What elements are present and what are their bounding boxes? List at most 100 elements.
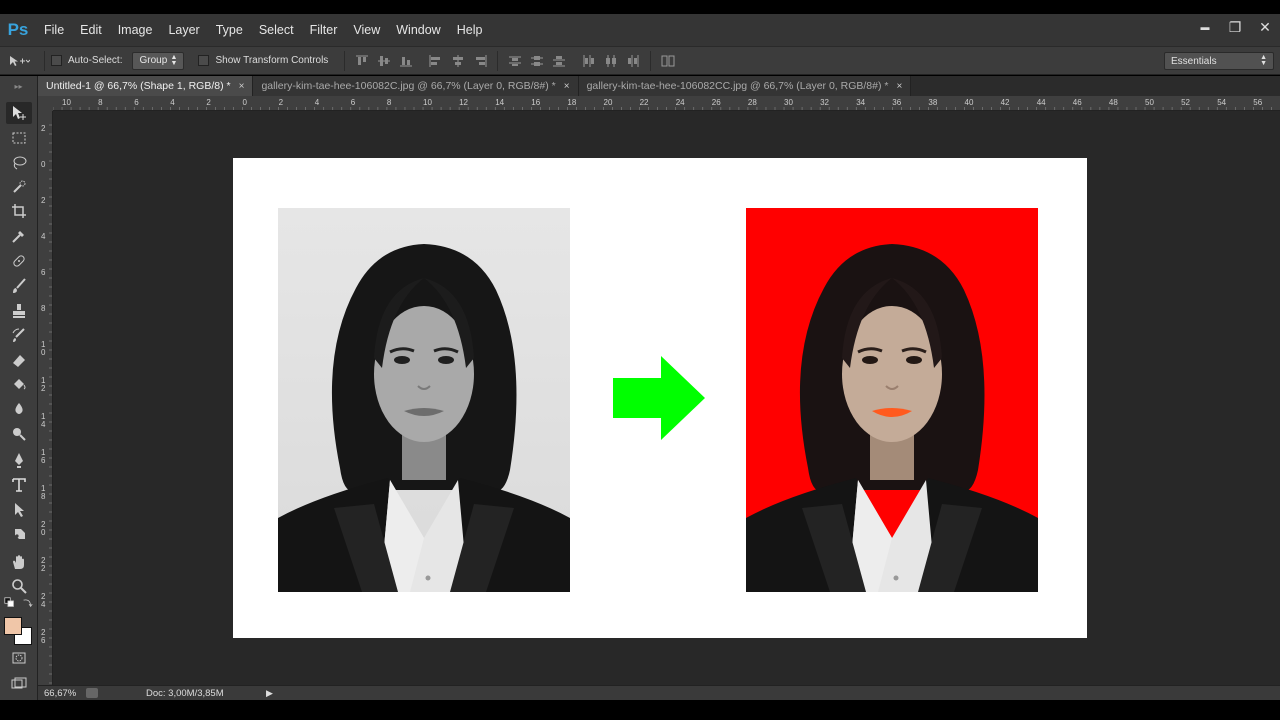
ruler-h-label: 10 bbox=[62, 98, 71, 107]
photo-before-grayscale[interactable] bbox=[278, 208, 570, 592]
arrow-right-icon bbox=[613, 356, 705, 440]
ruler-h-label: 20 bbox=[604, 98, 613, 107]
auto-select-checkbox[interactable] bbox=[51, 55, 62, 66]
close-button[interactable]: ✕ bbox=[1250, 14, 1280, 40]
canvas-area[interactable] bbox=[53, 111, 1280, 685]
align-right-icon[interactable] bbox=[469, 52, 491, 70]
menu-window[interactable]: Window bbox=[388, 14, 448, 46]
quick-mask-icon[interactable] bbox=[6, 647, 32, 669]
eraser-icon[interactable] bbox=[6, 349, 32, 371]
paint-bucket-icon[interactable] bbox=[6, 373, 32, 395]
ruler-h-label: 34 bbox=[856, 98, 865, 107]
menu-help[interactable]: Help bbox=[449, 14, 491, 46]
ruler-h-label: 0 bbox=[243, 98, 248, 107]
menu-file[interactable]: File bbox=[36, 14, 72, 46]
align-vcenter-icon[interactable] bbox=[373, 52, 395, 70]
align-top-icon[interactable] bbox=[351, 52, 373, 70]
lasso-icon[interactable] bbox=[6, 152, 32, 174]
menu-type[interactable]: Type bbox=[208, 14, 251, 46]
blur-icon[interactable] bbox=[6, 398, 32, 420]
default-colors-icon[interactable] bbox=[2, 595, 16, 609]
foreground-color-swatch[interactable] bbox=[4, 617, 22, 635]
stepper-arrows-icon: ▲ ▼ bbox=[170, 53, 178, 67]
type-icon[interactable] bbox=[6, 474, 32, 496]
photoshop-logo: Ps bbox=[7, 20, 29, 39]
distribute-hcenter-icon[interactable] bbox=[600, 52, 622, 70]
document-canvas[interactable] bbox=[233, 158, 1087, 638]
hand-icon[interactable] bbox=[6, 551, 32, 573]
horizontal-ruler[interactable]: 10 8 6 4 2 0 2 4 6 8 10 12 14 16 18 20 22 24 26 28 30 32 34 36 3… bbox=[38, 96, 1280, 111]
close-icon[interactable]: × bbox=[564, 81, 570, 92]
align-left-icon[interactable] bbox=[425, 52, 447, 70]
photo-after-red-background[interactable] bbox=[746, 208, 1038, 592]
swap-colors-icon[interactable] bbox=[20, 595, 34, 609]
distribute-top-icon[interactable] bbox=[504, 52, 526, 70]
crop-icon[interactable] bbox=[6, 200, 32, 222]
align-hcenter-icon[interactable] bbox=[447, 52, 469, 70]
menu-layer[interactable]: Layer bbox=[160, 14, 207, 46]
zoom-level[interactable]: 66,67% bbox=[38, 688, 82, 699]
menu-edit[interactable]: Edit bbox=[72, 14, 110, 46]
path-select-icon[interactable] bbox=[6, 499, 32, 521]
tools-panel: ▸▸ bbox=[0, 76, 38, 700]
screen-mode-icon[interactable] bbox=[6, 673, 32, 695]
status-menu-arrow-icon[interactable]: ▶ bbox=[266, 688, 273, 699]
pen-icon[interactable] bbox=[6, 449, 32, 471]
ruler-v-label: 8 bbox=[41, 304, 46, 313]
ruler-v-label: 2 bbox=[41, 564, 46, 573]
history-brush-icon[interactable] bbox=[6, 324, 32, 346]
menu-filter[interactable]: Filter bbox=[302, 14, 346, 46]
workspace-dropdown[interactable]: Essentials ▲ ▼ bbox=[1164, 52, 1274, 70]
zoom-icon[interactable] bbox=[6, 575, 32, 597]
restore-button[interactable]: ❐ bbox=[1220, 14, 1250, 40]
panel-collapse-icon[interactable]: ▸▸ bbox=[0, 76, 37, 96]
divider bbox=[650, 50, 652, 71]
minimize-button[interactable]: ▬ bbox=[1190, 14, 1220, 40]
ruler-h-label: 56 bbox=[1253, 98, 1262, 107]
distribute-left-icon[interactable] bbox=[578, 52, 600, 70]
ruler-origin[interactable] bbox=[38, 96, 53, 111]
ruler-v-label: 6 bbox=[41, 268, 46, 277]
ruler-v-label: 0 bbox=[41, 348, 46, 357]
tab-gallery-106082c[interactable]: gallery-kim-tae-hee-106082C.jpg @ 66,7% … bbox=[253, 76, 579, 96]
shape-icon[interactable] bbox=[6, 523, 32, 545]
eyedropper-icon[interactable] bbox=[6, 225, 32, 247]
ruler-h-label: 18 bbox=[567, 98, 576, 107]
ruler-h-label: 52 bbox=[1181, 98, 1190, 107]
auto-align-layers-icon[interactable] bbox=[657, 52, 679, 70]
move-tool-preset-icon[interactable] bbox=[0, 54, 38, 68]
status-bar: 66,67% Doc: 3,00M/3,85M ▶ bbox=[38, 685, 1280, 700]
window-controls: ▬ ❐ ✕ bbox=[1190, 14, 1280, 42]
align-bottom-icon[interactable] bbox=[395, 52, 417, 70]
distribute-right-icon[interactable] bbox=[622, 52, 644, 70]
options-bar: Auto-Select: Group ▲ ▼ Show Transform Con… bbox=[0, 46, 1280, 75]
tab-untitled-1[interactable]: Untitled-1 @ 66,7% (Shape 1, RGB/8) * × bbox=[38, 76, 254, 96]
ruler-h-label: 26 bbox=[712, 98, 721, 107]
proof-icon[interactable] bbox=[86, 688, 98, 698]
clone-stamp-icon[interactable] bbox=[6, 300, 32, 322]
ruler-h-label: 44 bbox=[1037, 98, 1046, 107]
menu-select[interactable]: Select bbox=[251, 14, 302, 46]
show-transform-checkbox[interactable] bbox=[198, 55, 210, 66]
menu-view[interactable]: View bbox=[345, 14, 388, 46]
distribute-vcenter-icon[interactable] bbox=[526, 52, 548, 70]
menu-image[interactable]: Image bbox=[110, 14, 161, 46]
vertical-ruler[interactable]: 202468101214161820222426 bbox=[38, 111, 53, 685]
move-icon[interactable] bbox=[6, 102, 32, 124]
ruler-v-label: 0 bbox=[41, 160, 46, 169]
close-icon[interactable]: × bbox=[896, 81, 902, 92]
marquee-icon[interactable] bbox=[6, 127, 32, 149]
tab-gallery-106082cc[interactable]: gallery-kim-tae-hee-106082CC.jpg @ 66,7%… bbox=[578, 76, 912, 96]
close-icon[interactable]: × bbox=[239, 81, 245, 92]
ruler-h-label: 2 bbox=[206, 98, 211, 107]
quick-select-icon[interactable] bbox=[6, 176, 32, 198]
ruler-h-label: 8 bbox=[98, 98, 103, 107]
ruler-h-label: 10 bbox=[423, 98, 432, 107]
auto-select-dropdown[interactable]: Group ▲ ▼ bbox=[132, 51, 185, 70]
ruler-h-label: 48 bbox=[1109, 98, 1118, 107]
healing-brush-icon[interactable] bbox=[6, 250, 32, 272]
brush-icon[interactable] bbox=[6, 275, 32, 297]
distribute-bottom-icon[interactable] bbox=[548, 52, 570, 70]
ruler-h-label: 22 bbox=[640, 98, 649, 107]
dodge-icon[interactable] bbox=[6, 423, 32, 445]
